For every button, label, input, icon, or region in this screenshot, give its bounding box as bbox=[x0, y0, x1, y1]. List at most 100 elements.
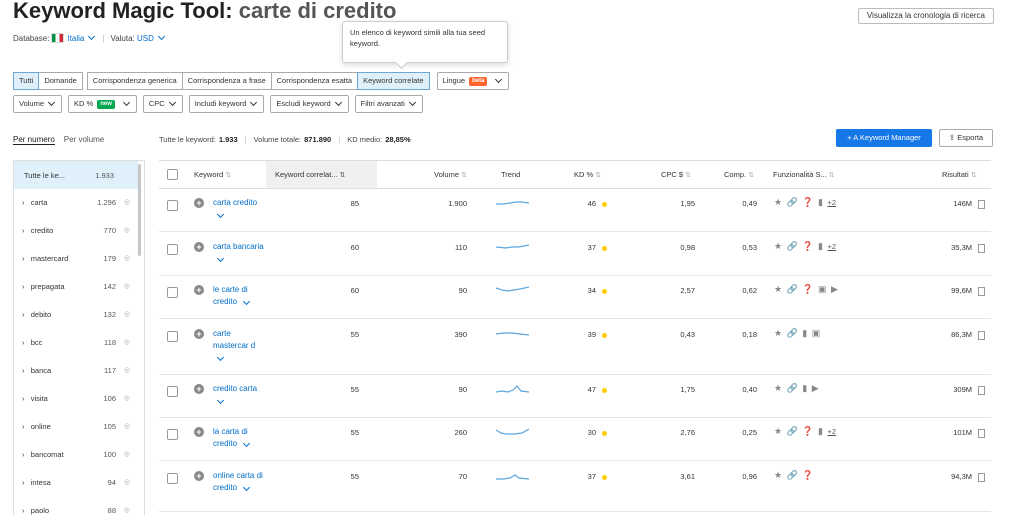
eye-icon[interactable]: ◎ bbox=[124, 394, 130, 402]
keyword-link[interactable]: le carte di credito bbox=[213, 284, 265, 308]
sidebar-item[interactable]: › credito 770 ◎ bbox=[14, 217, 138, 245]
lingue-dropdown[interactable]: Lingue beta bbox=[436, 72, 510, 90]
include-keyword-filter[interactable]: Includi keyword bbox=[188, 95, 265, 113]
serp-features[interactable]: ★ 🔗 ❓ ▣ ▶ bbox=[774, 284, 839, 295]
add-keyword-icon[interactable]: + bbox=[194, 285, 204, 295]
keyword-link[interactable]: carta bancaria bbox=[213, 241, 265, 265]
tab-esatta[interactable]: Corrispondenza esatta bbox=[270, 72, 359, 90]
database-select[interactable]: Italia bbox=[67, 34, 84, 43]
sidebar-item[interactable]: › online 105 ◎ bbox=[14, 413, 138, 441]
add-keyword-icon[interactable]: + bbox=[194, 242, 204, 252]
select-all-checkbox[interactable] bbox=[167, 169, 178, 180]
currency-select[interactable]: USD bbox=[137, 34, 154, 43]
row-checkbox[interactable] bbox=[167, 473, 178, 484]
row-checkbox[interactable] bbox=[167, 244, 178, 255]
eye-icon[interactable]: ◎ bbox=[124, 282, 130, 290]
row-checkbox[interactable] bbox=[167, 386, 178, 397]
kd-filter[interactable]: KD % new bbox=[68, 95, 137, 113]
serp-snapshot-icon[interactable] bbox=[978, 243, 985, 253]
tab-correlate[interactable]: Keyword correlate bbox=[357, 72, 430, 90]
eye-icon[interactable]: ◎ bbox=[124, 338, 130, 346]
col-keyword[interactable]: Keyword ⇅ bbox=[194, 170, 231, 179]
sidebar-item[interactable]: › debito 132 ◎ bbox=[14, 301, 138, 329]
eye-icon[interactable]: ◎ bbox=[124, 422, 130, 430]
tab-per-volume[interactable]: Per volume bbox=[64, 135, 104, 145]
row-checkbox[interactable] bbox=[167, 287, 178, 298]
tab-frase[interactable]: Corrispondenza a frase bbox=[181, 72, 272, 90]
serp-snapshot-icon[interactable] bbox=[978, 286, 985, 296]
keyword-link[interactable]: carta credito bbox=[213, 197, 265, 221]
row-checkbox[interactable] bbox=[167, 331, 178, 342]
serp-snapshot-icon[interactable] bbox=[978, 472, 985, 482]
col-cpc[interactable]: CPC $ ⇅ bbox=[661, 170, 691, 179]
add-keyword-icon[interactable]: + bbox=[194, 329, 204, 339]
sidebar-item[interactable]: › carta 1.296 ◎ bbox=[14, 189, 138, 217]
col-volume[interactable]: Volume ⇅ bbox=[434, 170, 467, 179]
keyword-link[interactable]: carte mastercar d bbox=[213, 328, 265, 364]
col-comp[interactable]: Comp. ⇅ bbox=[724, 170, 754, 179]
exclude-keyword-filter[interactable]: Escludi keyword bbox=[270, 95, 349, 113]
tab-per-numero[interactable]: Per numero bbox=[13, 135, 55, 145]
col-features[interactable]: Funzionalità S... ⇅ bbox=[773, 170, 835, 179]
tab-domande[interactable]: Domande bbox=[38, 72, 83, 90]
serp-snapshot-icon[interactable] bbox=[978, 330, 985, 340]
eye-icon[interactable]: ◎ bbox=[124, 366, 130, 374]
chevron-down-icon[interactable] bbox=[243, 483, 251, 492]
serp-features[interactable]: ★ 🔗 ❓ ▮ +2 bbox=[774, 241, 836, 252]
chevron-down-icon[interactable] bbox=[216, 396, 225, 405]
chevron-down-icon[interactable] bbox=[243, 439, 251, 448]
serp-features[interactable]: ★ 🔗 ❓ bbox=[774, 470, 814, 481]
eye-icon[interactable]: ◎ bbox=[124, 450, 130, 458]
keyword-link[interactable]: la carta di credito bbox=[213, 426, 265, 450]
serp-features[interactable]: ★ 🔗 ▮ ▶ bbox=[774, 383, 820, 394]
serp-snapshot-icon[interactable] bbox=[978, 428, 985, 438]
more-features-link[interactable]: +2 bbox=[827, 427, 836, 436]
serp-snapshot-icon[interactable] bbox=[978, 199, 985, 209]
more-features-link[interactable]: +2 bbox=[827, 198, 836, 207]
tab-tutti[interactable]: Tutti bbox=[13, 72, 40, 90]
keyword-link[interactable]: credito carta bbox=[213, 383, 265, 407]
add-keyword-icon[interactable]: + bbox=[194, 198, 204, 208]
advanced-filter[interactable]: Filtri avanzati bbox=[354, 95, 423, 113]
export-button[interactable]: ⇪ Esporta bbox=[939, 129, 993, 147]
sidebar-item[interactable]: › mastercard 179 ◎ bbox=[14, 245, 138, 273]
eye-icon[interactable]: ◎ bbox=[124, 226, 130, 234]
col-related[interactable]: Keyword correlat... ⇅ bbox=[275, 170, 345, 179]
chevron-down-icon[interactable] bbox=[216, 254, 225, 263]
history-button[interactable]: Visualizza la cronologia di ricerca bbox=[857, 8, 994, 24]
chevron-down-icon[interactable] bbox=[216, 210, 225, 219]
volume-filter[interactable]: Volume bbox=[13, 95, 63, 113]
more-features-link[interactable]: +2 bbox=[827, 242, 836, 251]
sidebar-item[interactable]: Tutte le ke... 1.933 bbox=[14, 161, 138, 189]
sidebar-scrollbar[interactable] bbox=[138, 164, 141, 256]
row-checkbox[interactable] bbox=[167, 429, 178, 440]
col-kd[interactable]: KD % ⇅ bbox=[574, 170, 601, 179]
sidebar-item[interactable]: › bancomat 100 ◎ bbox=[14, 441, 138, 469]
chevron-down-icon[interactable] bbox=[216, 353, 225, 362]
eye-icon[interactable]: ◎ bbox=[124, 506, 130, 514]
serp-features[interactable]: ★ 🔗 ❓ ▮ +2 bbox=[774, 426, 836, 437]
eye-icon[interactable]: ◎ bbox=[124, 254, 130, 262]
sidebar-item[interactable]: › prepagata 142 ◎ bbox=[14, 273, 138, 301]
add-keyword-icon[interactable]: + bbox=[194, 471, 204, 481]
keyword-manager-button[interactable]: + A Keyword Manager bbox=[836, 129, 932, 147]
keyword-link[interactable]: online carta di credito bbox=[213, 470, 265, 494]
row-checkbox[interactable] bbox=[167, 200, 178, 211]
sidebar-item[interactable]: › banca 117 ◎ bbox=[14, 357, 138, 385]
serp-snapshot-icon[interactable] bbox=[978, 385, 985, 395]
sidebar-item[interactable]: › bcc 118 ◎ bbox=[14, 329, 138, 357]
col-results[interactable]: Risultati ⇅ bbox=[942, 170, 977, 179]
serp-features[interactable]: ★ 🔗 ▮ ▣ bbox=[774, 328, 821, 339]
sidebar-item[interactable]: › paolo 88 ◎ bbox=[14, 497, 138, 515]
serp-features[interactable]: ★ 🔗 ❓ ▮ +2 bbox=[774, 197, 836, 208]
sidebar-item[interactable]: › visita 106 ◎ bbox=[14, 385, 138, 413]
eye-icon[interactable]: ◎ bbox=[124, 198, 130, 206]
eye-icon[interactable]: ◎ bbox=[124, 478, 130, 486]
add-keyword-icon[interactable]: + bbox=[194, 427, 204, 437]
sidebar-item[interactable]: › intesa 94 ◎ bbox=[14, 469, 138, 497]
chevron-down-icon[interactable] bbox=[243, 297, 251, 306]
tab-generica[interactable]: Corrispondenza generica bbox=[86, 72, 183, 90]
cpc-filter[interactable]: CPC bbox=[142, 95, 183, 113]
eye-icon[interactable]: ◎ bbox=[124, 310, 130, 318]
add-keyword-icon[interactable]: + bbox=[194, 384, 204, 394]
